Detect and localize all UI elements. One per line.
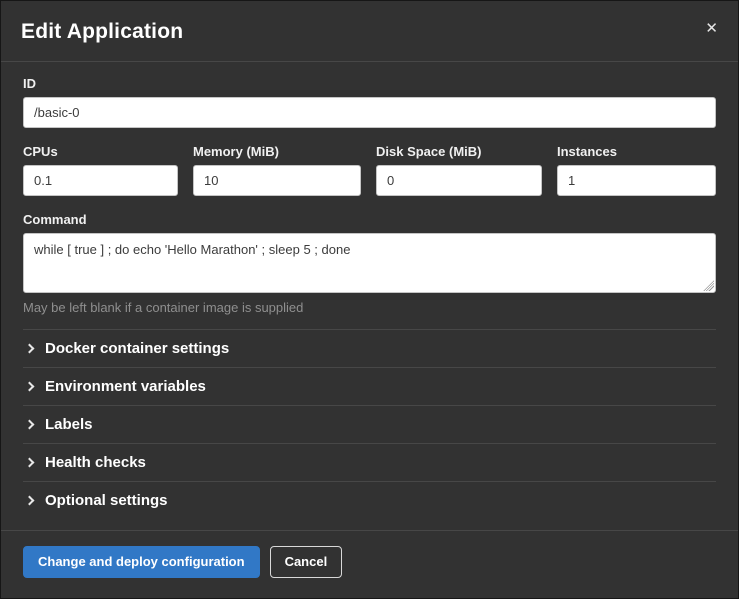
id-input[interactable]	[23, 97, 716, 128]
section-optional-settings[interactable]: Optional settings	[23, 481, 716, 519]
chevron-right-icon	[25, 344, 35, 354]
command-field-group: Command while [ true ] ; do echo 'Hello …	[23, 212, 716, 315]
section-label: Health checks	[45, 454, 146, 471]
command-help-text: May be left blank if a container image i…	[23, 300, 716, 315]
chevron-right-icon	[25, 382, 35, 392]
modal-body: ID CPUs Memory (MiB) Disk Space (MiB) In…	[1, 62, 738, 530]
disk-input[interactable]	[376, 165, 542, 196]
cpus-input[interactable]	[23, 165, 178, 196]
command-input[interactable]: while [ true ] ; do echo 'Hello Marathon…	[23, 233, 716, 293]
chevron-right-icon	[25, 420, 35, 430]
id-field-group: ID	[23, 76, 716, 128]
change-and-deploy-button[interactable]: Change and deploy configuration	[23, 546, 260, 578]
command-label: Command	[23, 212, 716, 227]
memory-label: Memory (MiB)	[193, 144, 361, 159]
cpus-label: CPUs	[23, 144, 178, 159]
instances-input[interactable]	[557, 165, 716, 196]
section-labels[interactable]: Labels	[23, 405, 716, 443]
section-docker-container-settings[interactable]: Docker container settings	[23, 329, 716, 367]
section-label: Labels	[45, 416, 93, 433]
disk-field-group: Disk Space (MiB)	[376, 144, 542, 196]
page-title: Edit Application	[21, 20, 718, 44]
instances-label: Instances	[557, 144, 716, 159]
close-icon[interactable]: ✕	[699, 17, 724, 40]
cancel-button[interactable]: Cancel	[270, 546, 343, 578]
chevron-right-icon	[25, 458, 35, 468]
chevron-right-icon	[25, 496, 35, 506]
cpus-field-group: CPUs	[23, 144, 178, 196]
instances-field-group: Instances	[557, 144, 716, 196]
memory-input[interactable]	[193, 165, 361, 196]
modal-footer: Change and deploy configuration Cancel	[1, 530, 738, 598]
section-label: Docker container settings	[45, 340, 229, 357]
disk-label: Disk Space (MiB)	[376, 144, 542, 159]
section-label: Optional settings	[45, 492, 168, 509]
section-label: Environment variables	[45, 378, 206, 395]
id-label: ID	[23, 76, 716, 91]
memory-field-group: Memory (MiB)	[193, 144, 361, 196]
resources-row: CPUs Memory (MiB) Disk Space (MiB) Insta…	[23, 144, 716, 196]
collapsible-sections: Docker container settings Environment va…	[23, 329, 716, 519]
modal-header: Edit Application ✕	[1, 1, 738, 62]
section-environment-variables[interactable]: Environment variables	[23, 367, 716, 405]
edit-application-modal: Edit Application ✕ ID CPUs Memory (MiB) …	[0, 0, 739, 599]
section-health-checks[interactable]: Health checks	[23, 443, 716, 481]
